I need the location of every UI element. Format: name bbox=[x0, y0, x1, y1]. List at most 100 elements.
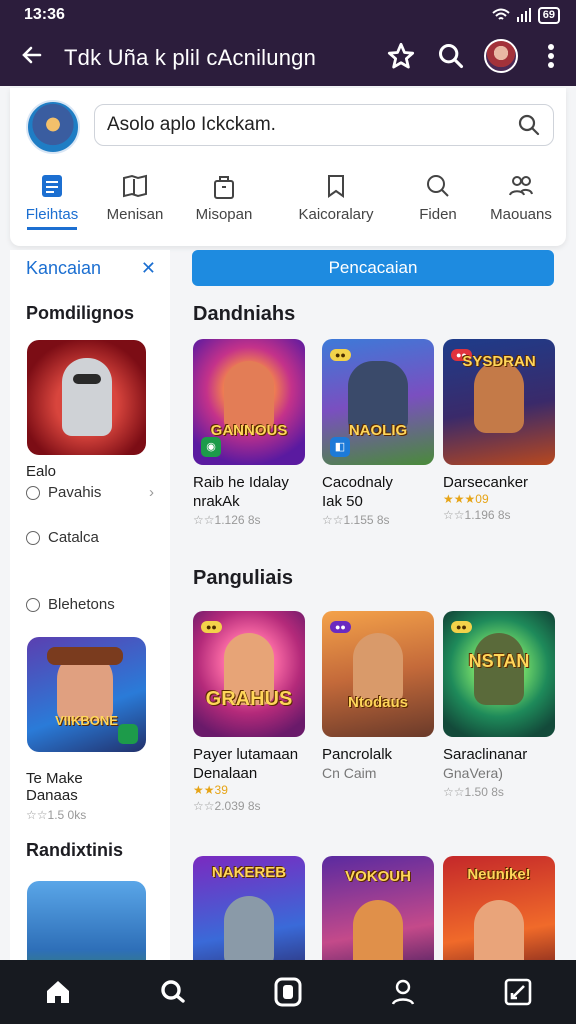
game-card[interactable]: ●● NSTAN Saraclinanar GnaVera) ☆☆1.50 8s bbox=[443, 611, 555, 799]
bag-icon bbox=[214, 176, 234, 199]
game-logo-text: GRAHUS bbox=[205, 688, 293, 710]
side-game-tile[interactable]: VIIKBONE bbox=[27, 637, 146, 752]
game-art bbox=[353, 900, 403, 960]
side-tile-title-line2: Danaas bbox=[26, 787, 78, 804]
more-button[interactable] bbox=[526, 43, 576, 74]
side-game-tile[interactable] bbox=[27, 340, 146, 455]
side-section-title: Pomdilignos bbox=[26, 303, 134, 323]
game-meta: ☆☆2.039 8s bbox=[193, 799, 261, 813]
radio-icon bbox=[26, 530, 40, 545]
tab-fiden[interactable]: Fiden bbox=[400, 166, 476, 230]
game-tile: GANNOUS ◉ bbox=[193, 339, 305, 465]
side-tile-title-line1: Te Make bbox=[26, 770, 83, 787]
primary-button[interactable]: Pencacaian bbox=[192, 250, 554, 286]
tab-misopan[interactable]: Misopan bbox=[176, 166, 272, 230]
nav-search[interactable] bbox=[143, 967, 203, 1017]
game-title-line2: nrakAk bbox=[193, 493, 240, 510]
list-icon bbox=[42, 175, 62, 197]
game-tile: ●● NSTAN bbox=[443, 611, 555, 737]
game-title-line1: Pancrolalk bbox=[322, 746, 393, 763]
side-tile-rating: ☆☆1.5 0ks bbox=[26, 808, 87, 822]
option-pavahis[interactable]: Pavahis › bbox=[10, 484, 170, 501]
game-card[interactable]: VOKOUH bbox=[322, 856, 434, 960]
section-title: Panguliais bbox=[193, 567, 294, 589]
search-input[interactable]: Asolo aplo Ickckam. bbox=[94, 104, 554, 146]
game-card[interactable]: Neunike! bbox=[443, 856, 555, 960]
side-panel: Kancaian ✕ Pomdilignos Ealo Pavahis › Ca… bbox=[10, 250, 170, 960]
game-title-line2: GnaVera) bbox=[443, 765, 503, 781]
app-logo bbox=[26, 100, 80, 154]
category-tabs: Fleihtas Menisan Misopan Kaicoralary Fid… bbox=[10, 166, 566, 230]
game-card[interactable]: ●● NAOLIG ◧ Cacodnaly Iak 50 ☆☆1.155 8s bbox=[322, 339, 434, 527]
bookmark-icon bbox=[328, 175, 344, 198]
game-logo-text: Ntodaus bbox=[348, 694, 408, 711]
game-card[interactable]: NAKEREB bbox=[193, 856, 305, 960]
game-title-line2: Cn Caim bbox=[322, 765, 377, 781]
nav-profile[interactable] bbox=[373, 967, 433, 1017]
wifi-icon bbox=[492, 8, 510, 20]
tab-label: Menisan bbox=[106, 206, 164, 223]
main-content: Pencacaian Dandniahs GANNOUS ◉ Raib he I… bbox=[182, 250, 576, 960]
game-logo-text: VOKOUH bbox=[345, 868, 411, 885]
game-tile: NAKEREB bbox=[193, 856, 305, 960]
game-tile: ●● GRAHUS bbox=[193, 611, 305, 737]
game-logo-text: Neunike! bbox=[467, 866, 531, 883]
profile-button[interactable] bbox=[476, 38, 526, 78]
side-tile-label: Ealo bbox=[26, 463, 57, 480]
badge: ●● bbox=[201, 621, 222, 633]
search-icon bbox=[518, 114, 540, 136]
game-card[interactable]: GANNOUS ◉ Raib he Idalay nrakAk ☆☆1.126 … bbox=[193, 339, 305, 527]
favorite-button[interactable] bbox=[376, 42, 426, 75]
tab-label: Fleihtas bbox=[25, 206, 79, 223]
option-label: Pavahis bbox=[48, 484, 102, 501]
tab-label: Misopan bbox=[195, 206, 253, 223]
signal-icon bbox=[516, 8, 531, 22]
game-meta: ☆☆1.196 8s bbox=[443, 508, 511, 522]
badge: ●● bbox=[330, 621, 351, 633]
badge: ●● bbox=[330, 349, 351, 361]
option-catalca[interactable]: Catalca bbox=[10, 529, 170, 546]
option-label: Blehetons bbox=[48, 596, 115, 613]
tab-kaicoralary[interactable]: Kaicoralary bbox=[272, 166, 400, 230]
tab-menisan[interactable]: Menisan bbox=[94, 166, 176, 230]
library-icon bbox=[274, 977, 302, 1007]
star-icon bbox=[387, 42, 415, 68]
game-tile: VOKOUH bbox=[322, 856, 434, 960]
game-art bbox=[474, 900, 524, 960]
tab-maouans[interactable]: Maouans bbox=[476, 166, 566, 230]
nav-edit[interactable] bbox=[488, 967, 548, 1017]
game-title-line1: Raib he Idalay bbox=[193, 474, 289, 491]
game-title-line2: Denalaan bbox=[193, 765, 258, 782]
search-input-value: Asolo aplo Ickckam. bbox=[107, 114, 276, 135]
status-bar: 13:36 69 bbox=[0, 0, 576, 30]
profile-icon bbox=[392, 979, 415, 1005]
option-blehetons[interactable]: Blehetons bbox=[10, 596, 170, 613]
chevron-right-icon: › bbox=[149, 484, 154, 501]
game-meta: ☆☆1.50 8s bbox=[443, 785, 504, 799]
game-meta: ☆☆1.126 8s bbox=[193, 513, 261, 527]
search-button[interactable] bbox=[426, 42, 476, 75]
nav-home[interactable] bbox=[28, 967, 88, 1017]
book-icon bbox=[123, 174, 147, 198]
game-logo-text: NAKEREB bbox=[211, 864, 287, 881]
game-card[interactable]: ●● GRAHUS Payer lutamaan Denalaan ★★39 ☆… bbox=[193, 611, 305, 813]
game-meta: ☆☆1.155 8s bbox=[322, 513, 390, 527]
arrow-left-icon bbox=[22, 46, 42, 64]
radio-icon bbox=[26, 597, 40, 612]
game-card[interactable]: ●● Ntodaus Pancrolalk Cn Caim bbox=[322, 611, 434, 783]
nav-library[interactable] bbox=[258, 967, 318, 1017]
close-icon[interactable]: ✕ bbox=[141, 258, 156, 279]
avatar bbox=[484, 38, 518, 73]
game-logo-text: NSTAN bbox=[468, 651, 530, 671]
side-panel-header: Kancaian ✕ bbox=[10, 250, 170, 279]
side-game-tile[interactable] bbox=[27, 881, 146, 960]
radio-icon bbox=[26, 485, 40, 500]
game-card[interactable]: ●● SYSDRAN Darsecanker ★★★09 ☆☆1.196 8s bbox=[443, 339, 555, 522]
back-button[interactable] bbox=[0, 41, 64, 75]
game-tile: Neunike! bbox=[443, 856, 555, 960]
battery-icon: 69 bbox=[537, 6, 560, 24]
tab-label: Fiden bbox=[419, 206, 457, 223]
home-icon bbox=[46, 981, 69, 1003]
play-icon: ◧ bbox=[330, 437, 350, 457]
tab-fleihtas[interactable]: Fleihtas bbox=[10, 166, 94, 230]
